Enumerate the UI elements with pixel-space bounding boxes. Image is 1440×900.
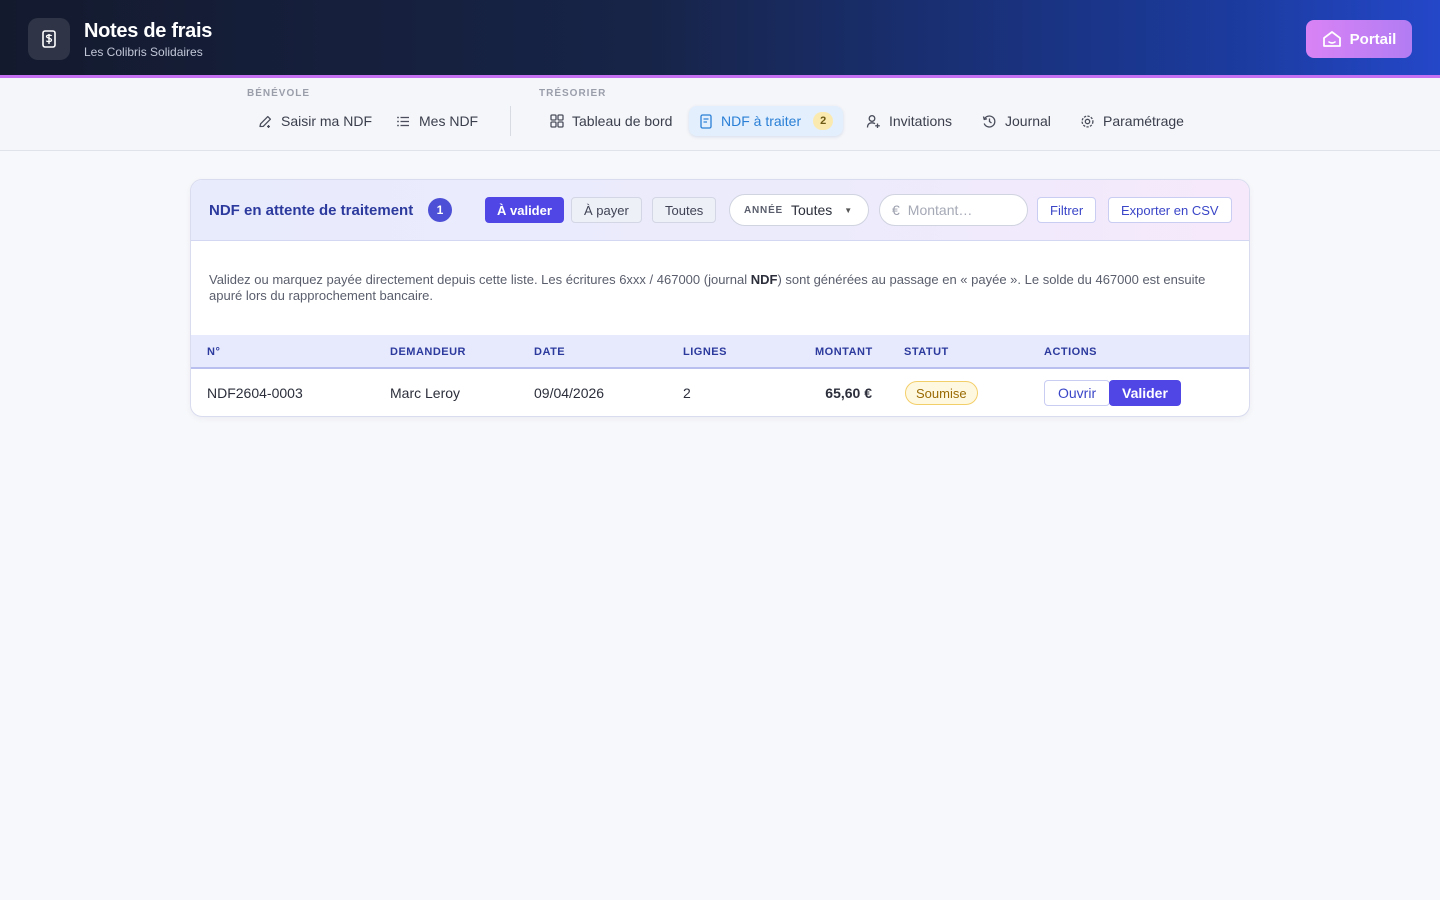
- amount-field[interactable]: €: [879, 194, 1028, 226]
- nav-item-label: Invitations: [889, 113, 953, 129]
- table-header: N° DEMANDEUR DATE LIGNES MONTANT STATUT …: [191, 335, 1249, 369]
- user-plus-icon: [866, 114, 880, 128]
- history-icon: [982, 114, 996, 128]
- nav-section-tresorier: TRÉSORIER: [539, 88, 607, 99]
- edit-icon: [259, 115, 272, 128]
- year-select-label: ANNÉE: [744, 204, 784, 216]
- validate-button[interactable]: Valider: [1109, 380, 1181, 406]
- top-header: Notes de frais Les Colibris Solidaires P…: [0, 0, 1440, 78]
- nav-item-label: Tableau de bord: [572, 113, 673, 129]
- main-nav: BÉNÉVOLE TRÉSORIER Saisir ma NDF Mes NDF…: [0, 78, 1440, 151]
- cell-number: NDF2604-0003: [207, 385, 303, 401]
- nav-item-parametrage[interactable]: Paramétrage: [1070, 106, 1194, 136]
- nav-section-benevole: BÉNÉVOLE: [247, 88, 311, 99]
- nav-item-label: Saisir ma NDF: [281, 113, 373, 129]
- portal-button[interactable]: Portail: [1306, 20, 1412, 58]
- column-header-status: STATUT: [904, 346, 949, 358]
- gear-icon: [1081, 114, 1094, 128]
- nav-item-label: Mes NDF: [419, 113, 479, 129]
- euro-icon: €: [892, 202, 900, 218]
- column-header-actions: ACTIONS: [1044, 346, 1097, 358]
- column-header-number: N°: [207, 346, 221, 358]
- nav-item-mes-ndf[interactable]: Mes NDF: [386, 106, 488, 136]
- cell-lines: 2: [683, 385, 691, 401]
- nav-count-badge: 2: [813, 112, 834, 130]
- column-header-requester: DEMANDEUR: [390, 346, 466, 358]
- nav-item-invitations[interactable]: Invitations: [856, 106, 962, 136]
- journal-code: NDF: [750, 272, 778, 287]
- filter-to-validate-button[interactable]: À valider: [485, 197, 564, 223]
- year-select[interactable]: ANNÉE Toutes ▼: [729, 194, 869, 226]
- nav-item-label: NDF à traiter: [721, 113, 802, 129]
- filter-button[interactable]: Filtrer: [1037, 197, 1097, 223]
- status-badge: Soumise: [905, 381, 978, 405]
- cell-date: 09/04/2026: [534, 385, 605, 401]
- app-subtitle: Les Colibris Solidaires: [84, 45, 203, 59]
- receipt-icon: [700, 113, 712, 129]
- column-header-lines: LIGNES: [683, 346, 727, 358]
- open-button[interactable]: Ouvrir: [1044, 380, 1111, 406]
- nav-item-journal[interactable]: Journal: [972, 106, 1061, 136]
- filter-all-button[interactable]: Toutes: [652, 197, 717, 223]
- column-header-date: DATE: [534, 346, 566, 358]
- cell-requester: Marc Leroy: [390, 385, 461, 401]
- dashboard-icon: [550, 114, 564, 128]
- receipt-icon: [28, 18, 70, 60]
- column-header-amount: MONTANT: [815, 346, 873, 358]
- card-title: NDF en attente de traitement: [209, 202, 414, 219]
- nav-divider: [510, 106, 511, 136]
- home-icon: [1322, 31, 1341, 47]
- portal-label: Portail: [1349, 30, 1397, 48]
- pending-ndf-card: NDF en attente de traitement 1 À valider…: [190, 179, 1250, 417]
- amount-input[interactable]: [907, 202, 1008, 218]
- nav-item-saisir-ndf[interactable]: Saisir ma NDF: [248, 106, 382, 136]
- export-csv-button[interactable]: Exporter en CSV: [1108, 197, 1232, 223]
- card-toolbar: NDF en attente de traitement 1 À valider…: [191, 180, 1249, 241]
- filter-to-pay-button[interactable]: À payer: [571, 197, 642, 223]
- app-title: Notes de frais: [84, 20, 213, 42]
- list-icon: [397, 116, 409, 126]
- year-select-value: Toutes: [791, 202, 833, 218]
- nav-item-label: Paramétrage: [1103, 113, 1184, 129]
- nav-item-ndf-a-traiter[interactable]: NDF à traiter 2: [689, 106, 844, 136]
- table-row[interactable]: NDF2604-0003 Marc Leroy 09/04/2026 2 65,…: [191, 369, 1249, 416]
- chevron-down-icon: ▼: [844, 205, 853, 215]
- cell-amount: 65,60 €: [825, 385, 872, 401]
- nav-item-label: Journal: [1005, 113, 1051, 129]
- pending-count-badge: 1: [428, 198, 452, 222]
- card-description: Validez ou marquez payée directement dep…: [209, 272, 1229, 304]
- nav-item-tableau-de-bord[interactable]: Tableau de bord: [540, 106, 682, 136]
- description-text: Validez ou marquez payée directement dep…: [209, 272, 751, 287]
